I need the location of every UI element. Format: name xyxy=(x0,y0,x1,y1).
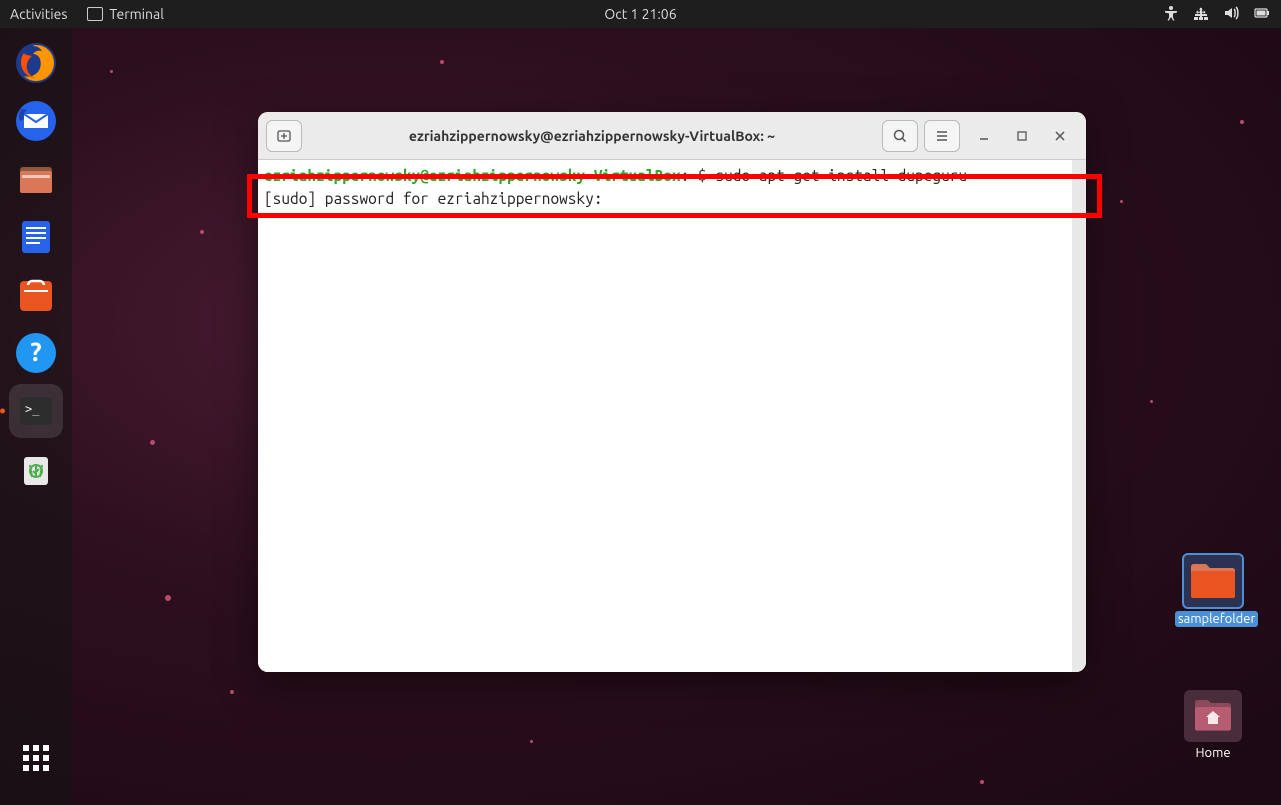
bg-star xyxy=(230,690,234,694)
bg-star xyxy=(150,440,155,445)
dock-files[interactable] xyxy=(9,152,63,206)
bg-star xyxy=(1120,200,1123,203)
software-icon xyxy=(14,273,58,317)
prompt-dollar: $ xyxy=(698,167,715,184)
terminal-window: ezriahzippernowsky@ezriahzippernowsky-Vi… xyxy=(258,112,1086,672)
battery-icon[interactable] xyxy=(1253,5,1271,24)
maximize-button[interactable] xyxy=(1012,126,1032,146)
prompt-user-host: ezriahzippernowsky@ezriahzippernowsky-Vi… xyxy=(264,167,681,184)
desktop-folder-samplefolder[interactable]: samplefolder xyxy=(1175,555,1251,627)
svg-text:?: ? xyxy=(30,337,41,366)
apps-launcher[interactable] xyxy=(9,731,63,785)
clock[interactable]: Oct 1 21:06 xyxy=(604,6,676,22)
new-tab-button[interactable] xyxy=(266,120,302,152)
apps-grid-icon xyxy=(23,745,49,771)
home-icon xyxy=(1184,690,1242,742)
maximize-icon xyxy=(1016,130,1028,142)
files-icon xyxy=(14,157,58,201)
terminal-icon: >_ xyxy=(14,389,58,433)
bg-star xyxy=(530,740,533,743)
activities-button[interactable]: Activities xyxy=(10,6,67,22)
dock-writer[interactable] xyxy=(9,210,63,264)
dock-trash[interactable] xyxy=(9,442,63,496)
dock-thunderbird[interactable] xyxy=(9,94,63,148)
svg-text:>_: >_ xyxy=(25,402,40,416)
trash-icon xyxy=(14,447,58,491)
prompt-path: ~ xyxy=(689,167,698,184)
bg-star xyxy=(1240,120,1244,124)
window-title: ezriahzippernowsky@ezriahzippernowsky-Vi… xyxy=(308,128,876,144)
minimize-icon xyxy=(978,130,990,142)
top-panel: Activities Terminal Oct 1 21:06 xyxy=(0,0,1281,28)
dock-software[interactable] xyxy=(9,268,63,322)
volume-icon[interactable] xyxy=(1223,5,1239,24)
close-icon xyxy=(1054,130,1066,142)
dock-firefox[interactable] xyxy=(9,36,63,90)
scrollbar[interactable] xyxy=(1072,160,1086,672)
desktop-home[interactable]: Home xyxy=(1175,690,1251,760)
desktop-icon-label: samplefolder xyxy=(1175,611,1258,627)
bg-star xyxy=(165,595,171,601)
accessibility-icon[interactable] xyxy=(1163,5,1179,24)
desktop-icon-label: Home xyxy=(1195,746,1230,760)
bg-star xyxy=(440,60,444,64)
hamburger-icon xyxy=(934,128,950,144)
app-menu[interactable]: Terminal xyxy=(87,6,164,22)
minimize-button[interactable] xyxy=(974,126,994,146)
terminal-line: ezriahzippernowsky@ezriahzippernowsky-Vi… xyxy=(264,164,1080,187)
bg-star xyxy=(980,780,984,784)
titlebar[interactable]: ezriahzippernowsky@ezriahzippernowsky-Vi… xyxy=(258,112,1086,160)
terminal-body[interactable]: ezriahzippernowsky@ezriahzippernowsky-Vi… xyxy=(258,160,1086,672)
search-button[interactable] xyxy=(882,120,918,152)
dock-terminal[interactable]: >_ xyxy=(9,384,63,438)
terminal-line: [sudo] password for ezriahzippernowsky: xyxy=(264,187,1080,210)
firefox-icon xyxy=(14,41,58,85)
search-icon xyxy=(892,128,908,144)
menu-button[interactable] xyxy=(924,120,960,152)
close-button[interactable] xyxy=(1050,126,1070,146)
dock: ? >_ xyxy=(0,28,72,805)
command-text: sudo apt-get install dupeguru xyxy=(715,167,967,184)
dock-help[interactable]: ? xyxy=(9,326,63,380)
bg-star xyxy=(1150,400,1153,403)
new-tab-icon xyxy=(276,128,292,144)
bg-star xyxy=(200,230,204,234)
writer-icon xyxy=(14,215,58,259)
terminal-icon xyxy=(87,7,103,21)
thunderbird-icon xyxy=(14,99,58,143)
folder-icon xyxy=(1184,555,1242,607)
help-icon: ? xyxy=(14,331,58,375)
app-menu-label: Terminal xyxy=(109,6,164,22)
bg-star xyxy=(110,70,113,73)
network-icon[interactable] xyxy=(1193,5,1209,24)
